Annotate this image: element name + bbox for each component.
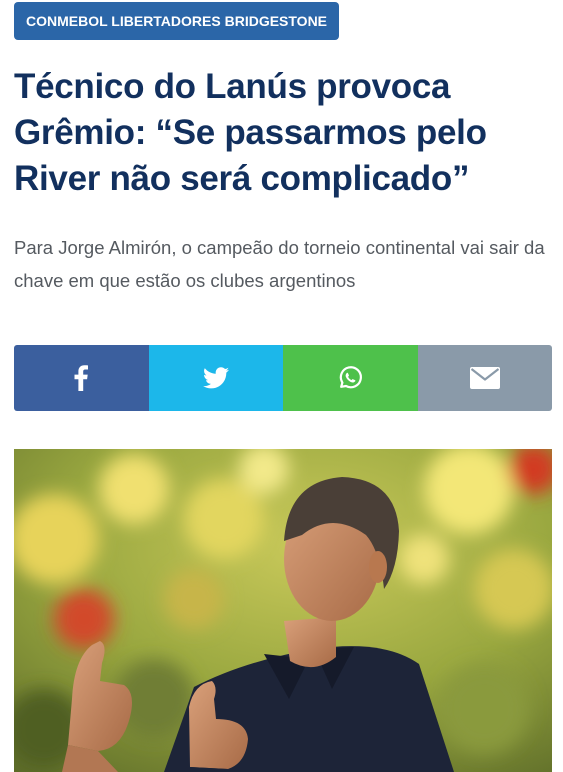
article-hero-image (14, 449, 552, 772)
whatsapp-icon (340, 366, 363, 389)
coach-thumbs-up-photo (14, 449, 552, 772)
twitter-share-button[interactable] (148, 345, 283, 411)
article-headline: Técnico do Lanús provoca Grêmio: “Se pas… (14, 67, 487, 198)
article-subtitle: Para Jorge Almirón, o campeão do torneio… (14, 237, 545, 291)
share-bar (14, 345, 552, 411)
whatsapp-share-button[interactable] (283, 345, 418, 411)
facebook-icon (74, 365, 89, 391)
email-share-button[interactable] (417, 345, 552, 411)
twitter-icon (202, 367, 229, 389)
email-icon (469, 367, 500, 389)
category-tag[interactable]: CONMEBOL LIBERTADORES BRIDGESTONE (14, 2, 340, 40)
facebook-share-button[interactable] (14, 345, 149, 411)
